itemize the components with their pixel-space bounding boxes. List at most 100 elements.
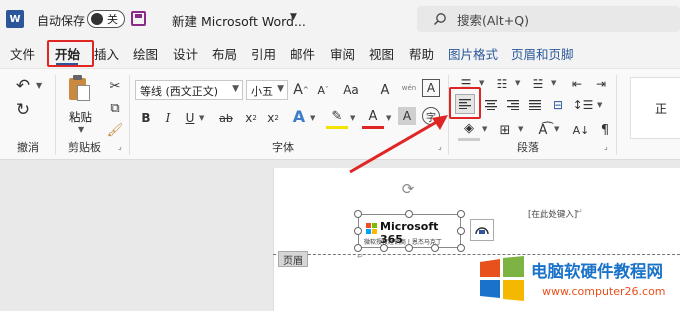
shading-dropdown-icon[interactable]: ▼ xyxy=(482,125,487,133)
tab-insert[interactable]: 插入 xyxy=(94,44,119,63)
tab-help[interactable]: 帮助 xyxy=(409,44,434,63)
borders-icon[interactable]: ⊞ xyxy=(494,119,516,141)
search-box[interactable]: 搜索(Alt+Q) xyxy=(417,6,680,32)
tab-draw[interactable]: 绘图 xyxy=(133,44,158,63)
asian-layout-icon[interactable]: A͡ xyxy=(532,119,554,141)
title-dropdown-icon[interactable]: ▼ xyxy=(290,12,297,22)
tab-references[interactable]: 引用 xyxy=(251,44,276,63)
line-spacing-icon[interactable]: ↕☰ xyxy=(572,94,594,116)
line-spacing-dropdown-icon[interactable]: ▼ xyxy=(597,101,602,109)
document-title[interactable]: 新建 Microsoft Word... xyxy=(172,11,306,30)
resize-handle[interactable] xyxy=(457,210,465,218)
separator xyxy=(616,75,617,155)
autosave-toggle[interactable]: 关 xyxy=(87,10,125,28)
underline-dropdown-icon[interactable]: ▼ xyxy=(199,114,204,122)
clipboard-group-label: 剪贴板 xyxy=(68,141,101,154)
search-placeholder: 搜索(Alt+Q) xyxy=(457,12,529,28)
multilevel-list-icon[interactable]: ☱ xyxy=(527,73,549,95)
font-size-select[interactable]: 小五 ▼ xyxy=(246,80,288,100)
resize-handle[interactable] xyxy=(354,244,362,252)
paragraph-launcher-icon[interactable]: ⌟ xyxy=(604,142,608,151)
phonetic-guide-icon[interactable]: wén xyxy=(398,77,420,99)
show-marks-icon[interactable]: ¶ xyxy=(594,119,616,141)
subscript-icon[interactable]: x2 xyxy=(240,107,262,129)
watermark: 电脑软硬件教程网 www.computer26.com xyxy=(478,256,680,306)
clipboard-launcher-icon[interactable]: ⌟ xyxy=(118,142,122,151)
bold-icon[interactable]: B xyxy=(135,107,157,129)
paragraph-group-label: 段落 xyxy=(517,141,539,154)
increase-indent-icon[interactable]: ⇥ xyxy=(590,73,612,95)
watermark-title: 电脑软硬件教程网 xyxy=(531,262,663,281)
undo-dropdown-icon[interactable]: ▼ xyxy=(36,81,42,90)
borders-dropdown-icon[interactable]: ▼ xyxy=(518,125,523,133)
header-tag: 页眉 xyxy=(278,251,308,267)
paste-label[interactable]: 粘贴 xyxy=(69,109,92,125)
styles-gallery[interactable]: 正 xyxy=(630,77,680,139)
header-tag-label: 页眉 xyxy=(283,255,303,267)
numbering-dropdown-icon[interactable]: ▼ xyxy=(515,79,520,87)
annotation-arrow xyxy=(349,115,448,174)
text-effects-icon[interactable]: A xyxy=(288,105,310,127)
paste-dropdown-icon[interactable]: ▼ xyxy=(78,125,84,134)
change-case-icon[interactable]: Aa xyxy=(340,79,362,101)
justify-icon[interactable] xyxy=(524,94,546,116)
text-effects-dropdown-icon[interactable]: ▼ xyxy=(310,114,315,122)
resize-handle[interactable] xyxy=(354,227,362,235)
tab-mailings[interactable]: 邮件 xyxy=(290,44,315,63)
toggle-knob xyxy=(91,13,103,25)
resize-handle[interactable] xyxy=(380,244,388,252)
tab-file[interactable]: 文件 xyxy=(10,44,35,63)
bullets-dropdown-icon[interactable]: ▼ xyxy=(479,79,484,87)
layout-options-icon[interactable] xyxy=(470,219,494,241)
tab-header-footer[interactable]: 页眉和页脚 xyxy=(511,44,574,63)
resize-handle[interactable] xyxy=(431,244,439,252)
resize-handle[interactable] xyxy=(405,244,413,252)
chevron-down-icon: ▼ xyxy=(232,84,239,94)
search-icon xyxy=(434,13,446,25)
tab-view[interactable]: 视图 xyxy=(369,44,394,63)
resize-handle[interactable] xyxy=(457,227,465,235)
paragraph-shading-icon[interactable]: ◈ xyxy=(458,119,480,141)
distributed-icon[interactable]: ⊟ xyxy=(547,94,569,116)
paste-icon[interactable] xyxy=(69,75,91,103)
align-right-icon[interactable] xyxy=(502,94,524,116)
style-normal-preview: 正 xyxy=(655,102,668,116)
tab-picture-format[interactable]: 图片格式 xyxy=(448,44,498,63)
tab-design[interactable]: 设计 xyxy=(173,44,198,63)
resize-handle[interactable] xyxy=(457,244,465,252)
font-size-value: 小五 xyxy=(251,85,273,98)
rotate-handle-icon[interactable]: ⟳ xyxy=(398,179,418,199)
align-center-icon[interactable] xyxy=(480,94,502,116)
underline-icon[interactable]: U xyxy=(179,107,201,129)
word-logo-icon: W xyxy=(6,10,24,28)
save-icon[interactable] xyxy=(131,11,146,26)
shrink-font-icon[interactable]: Aˇ xyxy=(312,79,334,101)
resize-handle[interactable] xyxy=(405,210,413,218)
tab-review[interactable]: 审阅 xyxy=(330,44,355,63)
copy-icon[interactable]: ⧉ xyxy=(104,97,126,119)
format-painter-icon[interactable]: 🖌 xyxy=(104,119,126,141)
superscript-icon[interactable]: x2 xyxy=(262,107,284,129)
redo-icon[interactable]: ↻ xyxy=(12,99,34,121)
cut-icon[interactable]: ✂ xyxy=(104,75,126,97)
logo-subtitle: 微软授权经销商 | 恩杰马克丁 xyxy=(364,239,442,246)
windows-logo-icon xyxy=(480,256,524,301)
sort-icon[interactable]: A↓ xyxy=(570,119,592,141)
numbering-icon[interactable]: ☷ xyxy=(491,73,513,95)
tab-layout[interactable]: 布局 xyxy=(212,44,237,63)
character-border-icon[interactable]: A xyxy=(422,79,440,97)
grow-font-icon[interactable]: A ^ xyxy=(290,79,312,101)
font-name-select[interactable]: 等线 (西文正文) ▼ xyxy=(135,80,243,100)
header-boundary-line xyxy=(273,254,680,255)
font-name-value: 等线 (西文正文) xyxy=(140,85,219,98)
header-placeholder[interactable]: [在此处键入] xyxy=(528,208,577,220)
decrease-indent-icon[interactable]: ⇤ xyxy=(566,73,588,95)
undo-icon[interactable]: ↶ xyxy=(12,75,34,97)
resize-handle[interactable] xyxy=(354,210,362,218)
asian-layout-dropdown-icon[interactable]: ▼ xyxy=(554,125,559,133)
multilevel-dropdown-icon[interactable]: ▼ xyxy=(551,79,556,87)
italic-icon[interactable]: I xyxy=(157,107,179,129)
logo-image[interactable]: Microsoft 365 微软授权经销商 | 恩杰马克丁 xyxy=(358,214,461,248)
strikethrough-icon[interactable]: ab xyxy=(215,107,237,129)
clear-formatting-icon[interactable]: A xyxy=(374,79,396,101)
